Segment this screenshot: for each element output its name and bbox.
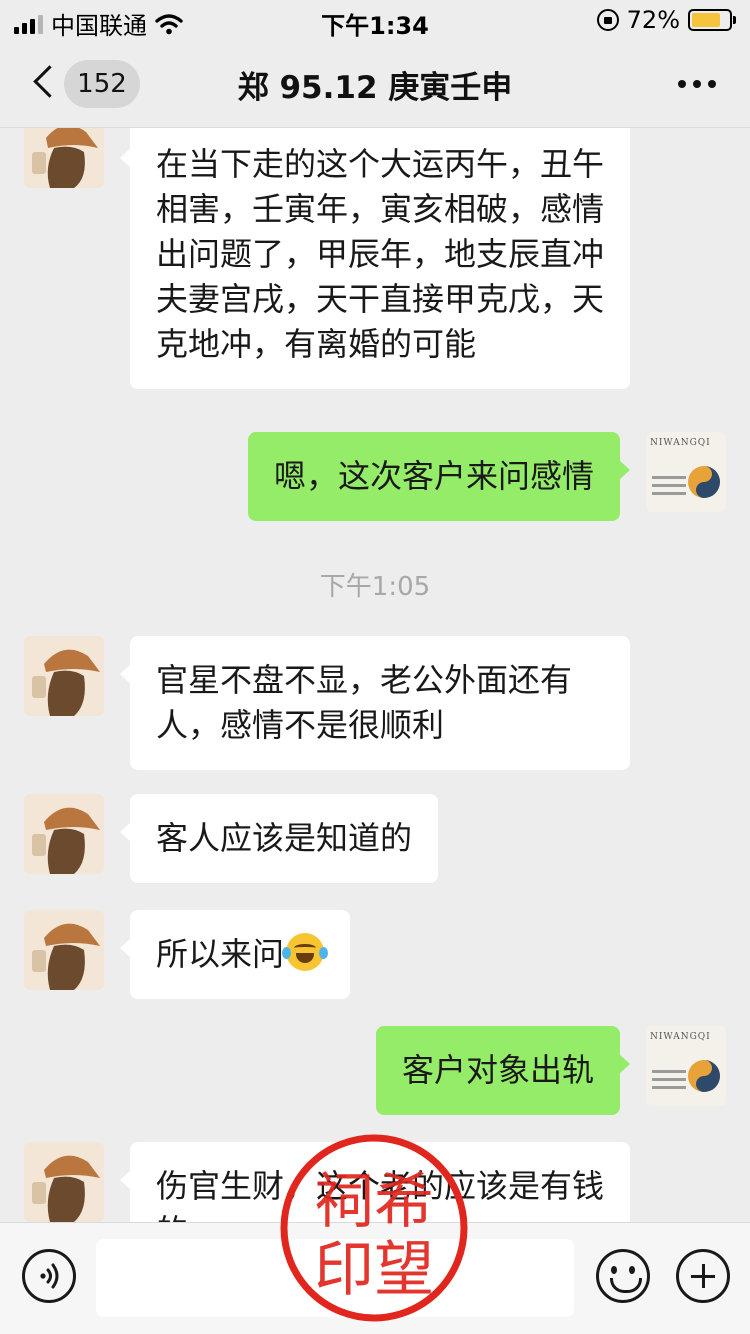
chat-header: 152 郑 95.12 庚寅壬申 [0,40,750,128]
message-list[interactable]: 在当下走的这个大运丙午，丑午相害，壬寅年，寅亥相破，感情出问题了，甲辰年，地支辰… [0,128,750,1222]
input-bar [0,1222,750,1334]
message-input[interactable] [96,1239,574,1317]
rotation-lock-icon [596,9,619,31]
incoming-message-bubble[interactable]: 所以来问 [119,910,351,999]
battery-percent: 72% [626,6,680,34]
contact-avatar[interactable] [24,128,104,188]
emoji-icon[interactable] [596,1249,650,1303]
contact-avatar[interactable] [24,636,104,716]
status-right: 72% [596,6,736,34]
contact-avatar[interactable] [24,910,104,990]
self-avatar-brand-text: NIWANGQI [650,1032,711,1042]
tears-of-joy-emoji-icon [282,933,329,971]
plus-icon[interactable] [676,1249,730,1303]
contact-avatar[interactable] [24,1142,104,1222]
outgoing-message-bubble[interactable]: 嗯，这次客户来问感情 [247,432,631,521]
incoming-message-bubble[interactable]: 伤官生财，这个老的应该是有钱的 [120,1142,630,1222]
outgoing-message-bubble[interactable]: 客户对象出轨 [375,1026,631,1115]
status-bar: 中国联通 下午1:34 72% [0,0,750,40]
incoming-message-bubble[interactable]: 在当下走的这个大运丙午，丑午相害，壬寅年，寅亥相破，感情出问题了，甲辰年，地支辰… [120,128,630,389]
contact-avatar[interactable] [24,794,104,874]
message-text: 所以来问 [156,935,285,973]
self-avatar[interactable]: NIWANGQI [646,1026,726,1106]
battery-icon [688,9,736,31]
incoming-message-bubble[interactable]: 客人应该是知道的 [119,794,439,883]
voice-icon[interactable] [22,1249,76,1303]
incoming-message-bubble[interactable]: 官星不盘不显，老公外面还有人，感情不是很顺利 [120,636,630,770]
self-avatar-brand-text: NIWANGQI [650,438,711,448]
timestamp: 下午1:05 [319,572,431,602]
chat-title: 郑 95.12 庚寅壬申 [237,70,513,106]
self-avatar[interactable]: NIWANGQI [646,432,726,512]
more-dots-icon[interactable] [678,80,716,88]
